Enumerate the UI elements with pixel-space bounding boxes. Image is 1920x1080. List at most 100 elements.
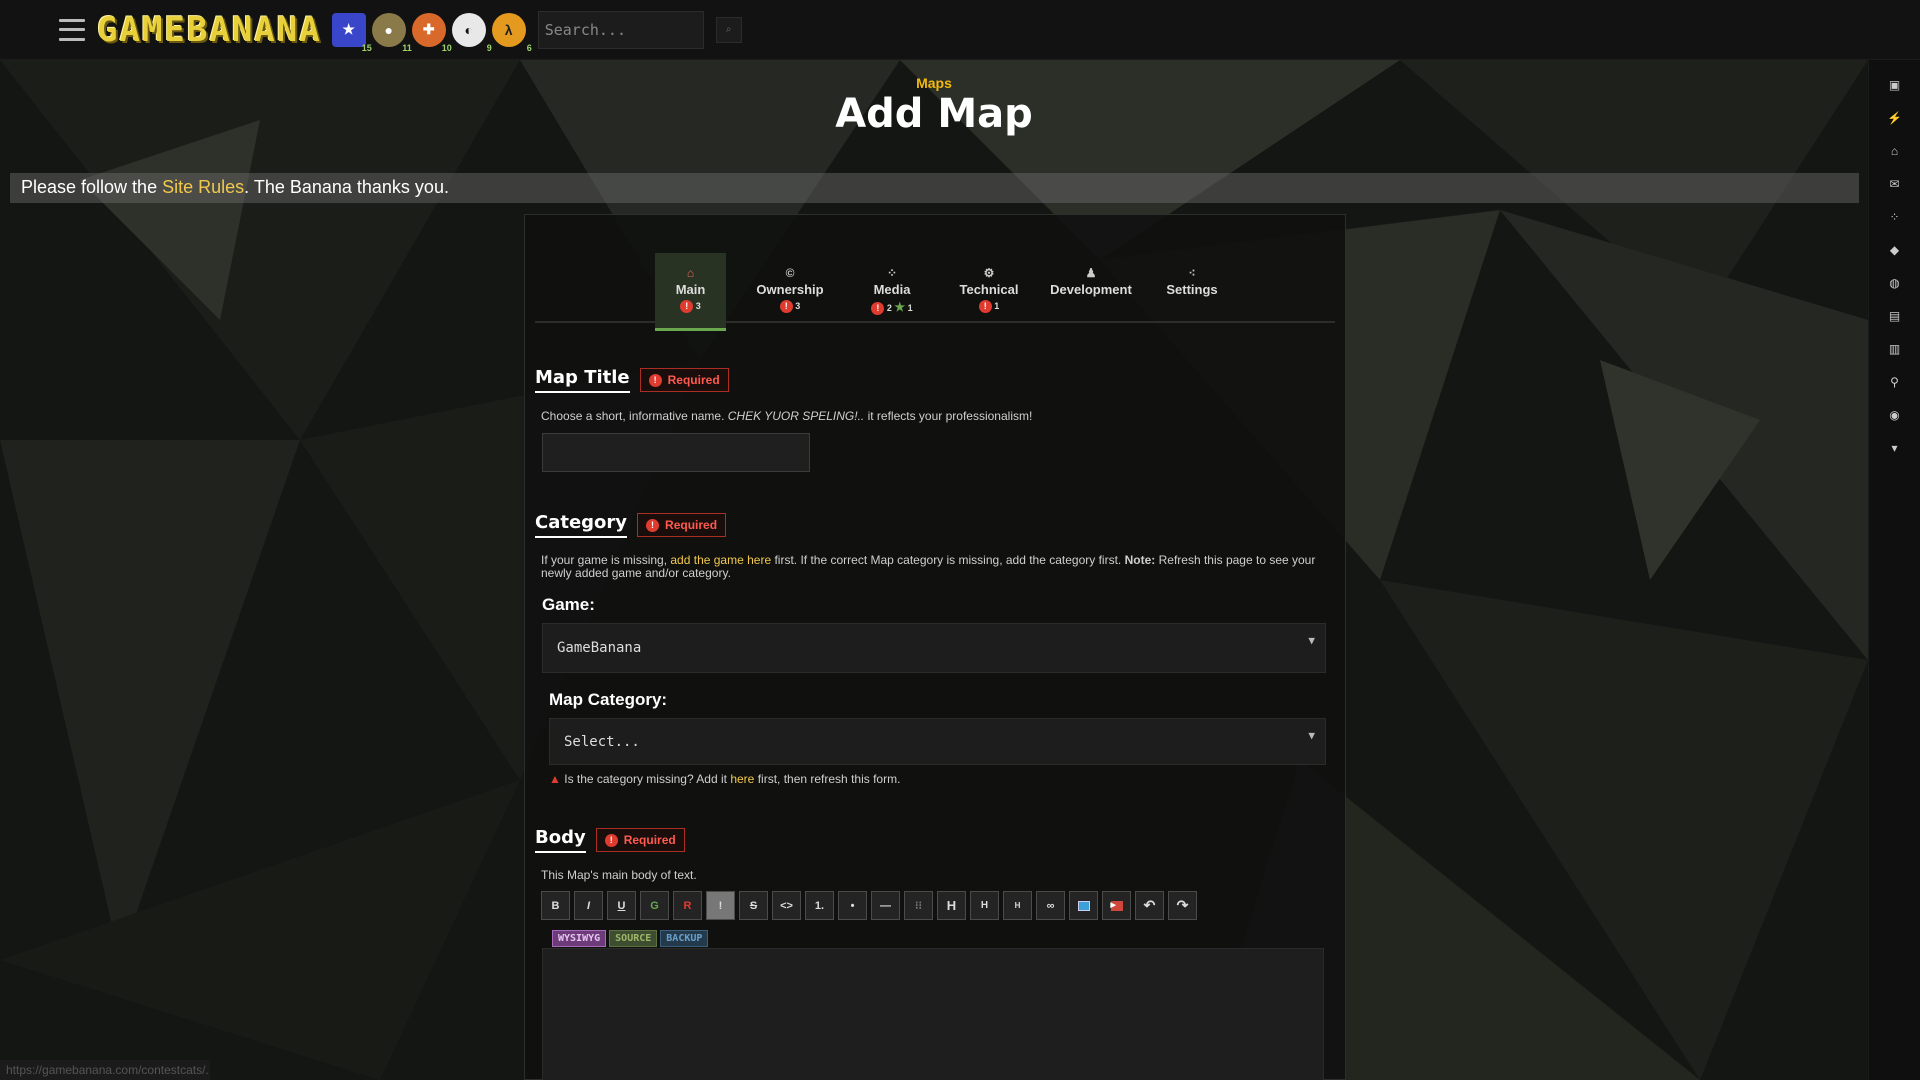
underline-button[interactable]: U — [607, 891, 636, 920]
error-icon: ! — [779, 300, 793, 313]
status-url: https://gamebanana.com/contestcats/... — [0, 1060, 210, 1080]
source-mode-button[interactable]: SOURCE — [609, 930, 658, 947]
error-icon: ! — [871, 302, 885, 316]
copyright-icon: © — [785, 266, 795, 280]
tab-ownership[interactable]: © Ownership ! 3 — [745, 253, 835, 331]
video-icon: ▶ — [1110, 900, 1123, 911]
bullet-list-button[interactable]: • — [838, 891, 867, 920]
site-logo[interactable]: GAMEBANANA — [97, 10, 322, 50]
warning-icon: ▲ — [549, 772, 561, 786]
breadcrumb[interactable]: Maps — [0, 75, 1868, 91]
category-warning: ▲ Is the category missing? Add it here f… — [549, 772, 901, 786]
strikethrough-button[interactable]: S — [739, 891, 768, 920]
gear-icon: ⚙ — [983, 266, 995, 280]
ordered-list-button[interactable]: 1. — [805, 891, 834, 920]
search-icon[interactable]: ⌕ — [715, 16, 742, 43]
redo-button[interactable]: ↷ — [1168, 891, 1197, 920]
error-icon: ! — [604, 833, 618, 847]
add-map-form: ⌂ Main ! 3 © Ownership ! 3 ⁘ Media ! 2 ★… — [524, 214, 1346, 1080]
apps-icon[interactable]: ⁘ — [1883, 200, 1907, 233]
highlight-button[interactable]: ! — [706, 891, 735, 920]
map-title-hint: Choose a short, informative name. CHEK Y… — [541, 409, 1033, 423]
bold-button[interactable]: B — [541, 891, 570, 920]
grid-icon: ⁘ — [886, 266, 898, 280]
chevron-down-icon: ▼ — [1308, 634, 1315, 647]
dashboard-icon[interactable]: ▣ — [1883, 68, 1907, 101]
code-button[interactable]: <> — [772, 891, 801, 920]
spoiler-button[interactable]: ⁝⁝ — [904, 891, 933, 920]
image-button[interactable] — [1069, 891, 1098, 920]
error-icon: ! — [978, 300, 992, 313]
link-button[interactable]: ∞ — [1036, 891, 1065, 920]
green-text-button[interactable]: G — [640, 891, 669, 920]
pin-icon[interactable]: ⚲ — [1883, 365, 1907, 398]
required-badge: ! Required — [639, 368, 729, 392]
game-icon-5[interactable]: λ6 — [491, 12, 532, 53]
game-shortcuts: ★ 15 ● 11 ✚ 10 ◐ 9 λ6 — [331, 12, 532, 53]
mail-icon[interactable]: ✉ — [1883, 167, 1907, 200]
body-editor[interactable] — [542, 948, 1324, 1080]
top-navigation-bar: GAMEBANANA ★ 15 ● 11 ✚ 10 ◐ 9 λ6 Search... ⌕ — [0, 0, 1920, 60]
video-button[interactable]: ▶ — [1102, 891, 1131, 920]
body-heading: Body ! Required — [535, 827, 685, 853]
add-game-link[interactable]: add the game here — [670, 553, 771, 567]
game-select[interactable]: GameBanana ▼ — [542, 623, 1326, 673]
heading-2-button[interactable]: H — [970, 891, 999, 920]
lightning-icon[interactable]: ⚡ — [1883, 101, 1907, 134]
diamond-icon[interactable]: ◆ — [1883, 233, 1907, 266]
required-badge: ! Required — [637, 513, 727, 537]
globe-icon[interactable]: ◍ — [1883, 266, 1907, 299]
game-label: Game: — [542, 595, 595, 614]
tab-main[interactable]: ⌂ Main ! 3 — [655, 253, 726, 331]
heading-3-button[interactable]: H — [1003, 891, 1032, 920]
tab-development[interactable]: ♟ Development — [1043, 253, 1139, 331]
right-sidebar: ▣ ⚡ ⌂ ✉ ⁘ ◆ ◍ ▤ ▥ ⚲ ◉ ▾ — [1868, 60, 1920, 1080]
map-category-select[interactable]: Select... ▼ — [549, 718, 1326, 765]
hamburger-menu-icon[interactable] — [59, 18, 85, 41]
game-icon-4[interactable]: ◐ 9 — [451, 12, 492, 53]
chevron-down-icon: ▼ — [1308, 729, 1315, 742]
horizontal-rule-button[interactable]: — — [871, 891, 900, 920]
printer-icon[interactable]: ▤ — [1883, 299, 1907, 332]
site-rules-link[interactable]: Site Rules — [162, 177, 244, 197]
bank-icon[interactable]: ⌂ — [1883, 134, 1907, 167]
page-header: Maps Add Map — [0, 60, 1868, 137]
editor-mode-switcher: WYSIWYG SOURCE BACKUP — [552, 930, 709, 947]
category-hint: If your game is missing, add the game he… — [541, 553, 1316, 580]
heading-1-button[interactable]: H — [937, 891, 966, 920]
backup-mode-button[interactable]: BACKUP — [660, 930, 709, 947]
tab-technical[interactable]: ⚙ Technical ! 1 — [949, 253, 1029, 331]
bar-chart-icon[interactable]: ▥ — [1883, 332, 1907, 365]
game-icon-1[interactable]: ★ 15 — [331, 12, 372, 53]
map-category-label: Map Category: — [549, 690, 668, 709]
category-heading: Category ! Required — [535, 512, 727, 538]
undo-button[interactable]: ↶ — [1135, 891, 1164, 920]
rules-notice: Please follow the Site Rules. The Banana… — [10, 173, 1859, 203]
body-hint: This Map's main body of text. — [541, 868, 697, 882]
required-badge: ! Required — [595, 828, 685, 852]
red-text-button[interactable]: R — [673, 891, 702, 920]
home-icon: ⌂ — [686, 266, 695, 280]
map-title-input[interactable] — [542, 433, 810, 472]
star-icon: ★ — [894, 300, 906, 314]
search-input[interactable]: Search... — [537, 10, 704, 49]
dots-icon: ⁖ — [1188, 266, 1196, 280]
italic-button[interactable]: I — [574, 891, 603, 920]
map-title-heading: Map Title ! Required — [535, 367, 729, 393]
error-icon: ! — [680, 300, 694, 313]
wysiwyg-mode-button[interactable]: WYSIWYG — [552, 930, 607, 947]
game-icon-3[interactable]: ✚ 10 — [411, 12, 452, 53]
image-icon — [1077, 900, 1090, 911]
palette-icon[interactable]: ◉ — [1883, 398, 1907, 431]
tab-settings[interactable]: ⁖ Settings — [1155, 253, 1229, 331]
game-icon-2[interactable]: ● 11 — [371, 12, 412, 53]
person-icon: ♟ — [1085, 266, 1097, 280]
error-icon: ! — [648, 373, 662, 387]
form-tabs: ⌂ Main ! 3 © Ownership ! 3 ⁘ Media ! 2 ★… — [535, 253, 1335, 331]
filter-icon[interactable]: ▾ — [1883, 431, 1907, 464]
editor-toolbar: B I U G R ! S <> 1. • — ⁝⁝ H H H ∞ ▶ ↶ ↷ — [541, 891, 1197, 920]
tab-media[interactable]: ⁘ Media ! 2 ★ 1 — [857, 253, 927, 331]
add-category-link[interactable]: here — [730, 772, 754, 786]
error-icon: ! — [646, 518, 660, 532]
page-title: Add Map — [835, 91, 1033, 137]
